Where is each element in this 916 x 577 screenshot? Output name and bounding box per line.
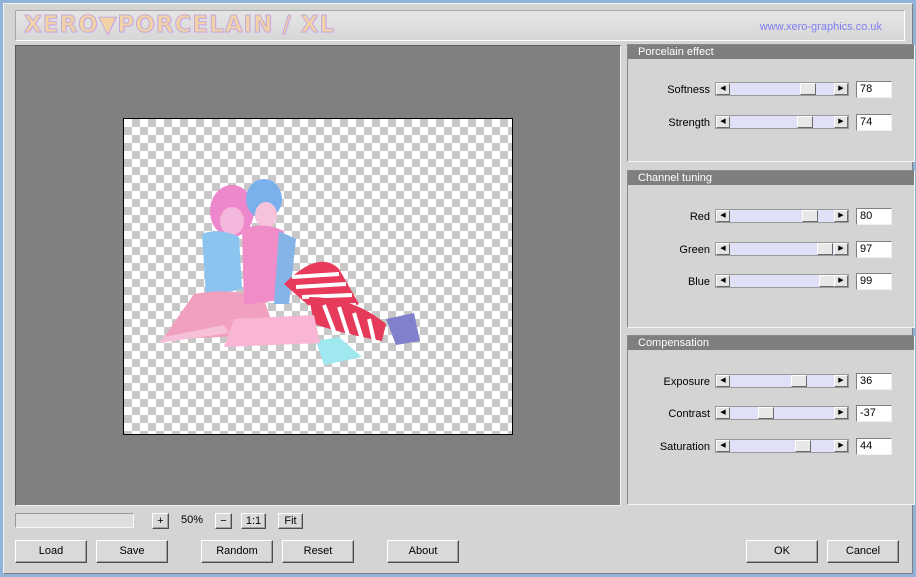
contrast-label: Contrast [668,408,710,420]
title-banner: XERO▼PORCELAIN / XL www.xero-graphics.co… [15,10,905,41]
blue-slider[interactable]: ◀ ▶ [715,274,849,288]
cancel-button[interactable]: Cancel [827,540,899,563]
slider-left-arrow-icon[interactable]: ◀ [716,243,730,255]
panel-compensation: Compensation Exposure ◀ ▶ 36 Contrast ◀ ▶ -37 Sat… [627,335,915,505]
random-button[interactable]: Random [201,540,273,563]
main-window: XERO▼PORCELAIN / XL www.xero-graphics.co… [3,3,915,574]
strength-value-field[interactable]: 74 [856,114,892,131]
softness-slider[interactable]: ◀ ▶ [715,82,849,96]
preview-photo [159,179,420,365]
exposure-row: Exposure ◀ ▶ 36 [628,373,914,390]
green-value-field[interactable]: 97 [856,241,892,258]
blue-row: Blue ◀ ▶ 99 [628,273,914,290]
image-canvas[interactable] [123,118,513,435]
strength-row: Strength ◀ ▶ 74 [628,114,914,131]
panel-title: Compensation [628,336,914,350]
save-button[interactable]: Save [96,540,168,563]
slider-left-arrow-icon[interactable]: ◀ [716,440,730,452]
slider-left-arrow-icon[interactable]: ◀ [716,210,730,222]
green-label: Green [679,244,710,256]
zoom-actual-size-button[interactable]: 1:1 [241,513,266,529]
slider-right-arrow-icon[interactable]: ▶ [834,440,848,452]
slider-right-arrow-icon[interactable]: ▶ [834,375,848,387]
saturation-label: Saturation [659,441,710,453]
saturation-row: Saturation ◀ ▶ 44 [628,438,914,455]
zoom-fit-button[interactable]: Fit [278,513,303,529]
slider-right-arrow-icon[interactable]: ▶ [834,116,848,128]
slider-thumb[interactable] [817,243,833,255]
zoom-out-button[interactable]: − [215,513,232,529]
preview-area[interactable] [15,45,621,506]
slider-left-arrow-icon[interactable]: ◀ [716,275,730,287]
contrast-slider[interactable]: ◀ ▶ [715,406,849,420]
saturation-slider[interactable]: ◀ ▶ [715,439,849,453]
zoom-level: 50% [181,514,204,526]
red-row: Red ◀ ▶ 80 [628,208,914,225]
slider-thumb[interactable] [758,407,774,419]
reset-button[interactable]: Reset [282,540,354,563]
slider-left-arrow-icon[interactable]: ◀ [716,375,730,387]
exposure-value-field[interactable]: 36 [856,373,892,390]
saturation-value-field[interactable]: 44 [856,438,892,455]
slider-thumb[interactable] [797,116,813,128]
slider-thumb[interactable] [802,210,818,222]
load-button[interactable]: Load [15,540,87,563]
slider-right-arrow-icon[interactable]: ▶ [834,83,848,95]
about-button[interactable]: About [387,540,459,563]
zoom-in-button[interactable]: + [152,513,169,529]
red-value-field[interactable]: 80 [856,208,892,225]
panel-channel-tuning: Channel tuning Red ◀ ▶ 80 Green ◀ ▶ 97 Blue ◀ ▶ 99 [627,170,915,328]
slider-thumb[interactable] [819,275,835,287]
red-label: Red [689,211,710,223]
blue-value-field[interactable]: 99 [856,273,892,290]
progress-bar [15,513,134,528]
slider-right-arrow-icon[interactable]: ▶ [834,407,848,419]
slider-thumb[interactable] [791,375,807,387]
slider-right-arrow-icon[interactable]: ▶ [834,275,848,287]
slider-right-arrow-icon[interactable]: ▶ [834,243,848,255]
slider-left-arrow-icon[interactable]: ◀ [716,116,730,128]
green-row: Green ◀ ▶ 97 [628,241,914,258]
ok-button[interactable]: OK [746,540,818,563]
exposure-label: Exposure [663,376,710,388]
slider-left-arrow-icon[interactable]: ◀ [716,83,730,95]
exposure-slider[interactable]: ◀ ▶ [715,374,849,388]
strength-label: Strength [668,117,710,129]
app-logo: XERO▼PORCELAIN / XL [23,12,336,39]
strength-slider[interactable]: ◀ ▶ [715,115,849,129]
panel-title: Porcelain effect [628,45,914,59]
panel-porcelain-effect: Porcelain effect Softness ◀ ▶ 78 Strength ◀ ▶ 74 [627,44,915,162]
slider-thumb[interactable] [800,83,816,95]
green-slider[interactable]: ◀ ▶ [715,242,849,256]
blue-label: Blue [687,276,710,288]
panel-title: Channel tuning [628,171,914,185]
slider-thumb[interactable] [795,440,811,452]
slider-left-arrow-icon[interactable]: ◀ [716,407,730,419]
softness-label: Softness [667,84,710,96]
softness-value-field[interactable]: 78 [856,81,892,98]
website-link[interactable]: www.xero-graphics.co.uk [760,21,882,33]
contrast-row: Contrast ◀ ▶ -37 [628,405,914,422]
red-slider[interactable]: ◀ ▶ [715,209,849,223]
slider-right-arrow-icon[interactable]: ▶ [834,210,848,222]
contrast-value-field[interactable]: -37 [856,405,892,422]
softness-row: Softness ◀ ▶ 78 [628,81,914,98]
